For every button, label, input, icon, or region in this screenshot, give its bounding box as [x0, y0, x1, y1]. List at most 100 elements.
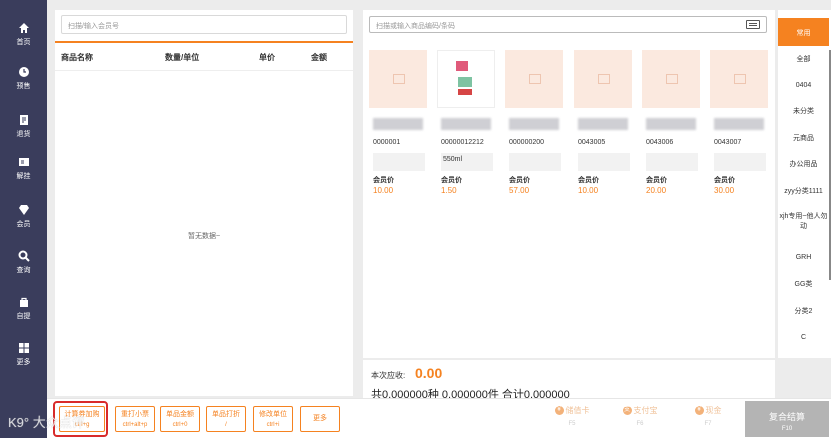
product-card[interactable]: 0043005 会员价 10.00	[574, 50, 636, 210]
category-item[interactable]: 0404	[778, 81, 829, 91]
column-header: 单价	[259, 53, 275, 62]
column-header: 数量/单位	[165, 53, 200, 62]
column-header: 商品名称	[61, 53, 93, 62]
change-unit-button[interactable]: 修改单位 ctrl+i	[253, 406, 293, 432]
product-price: 10.00	[578, 186, 599, 195]
clock-icon	[17, 65, 31, 79]
item-amount-button[interactable]: 单品金额 ctrl+0	[160, 406, 200, 432]
nav-label: 预售	[16, 83, 31, 90]
price-label: 会员价	[646, 177, 667, 184]
category-item[interactable]: xjh专用~他人勿动	[778, 212, 829, 232]
amount-due-label: 本次应收:	[371, 371, 406, 380]
nav-item-more[interactable]: 更多	[0, 334, 47, 374]
nav-label: 退货	[16, 131, 31, 138]
product-spec: 550ml	[441, 153, 493, 171]
product-spec	[373, 153, 425, 171]
image-shape	[458, 89, 472, 95]
product-price: 10.00	[373, 186, 394, 195]
product-price: 57.00	[509, 186, 530, 195]
nav-label: 更多	[16, 359, 31, 366]
nav-label: 首页	[16, 39, 31, 46]
more-button[interactable]: 更多	[300, 406, 340, 432]
product-price: 20.00	[646, 186, 667, 195]
nav-item-pickup[interactable]: 自提	[0, 288, 47, 328]
product-search-input[interactable]: 扫描或输入商品编码/条码	[369, 16, 767, 33]
cash-button[interactable]: ¥ 现金 F7	[685, 405, 731, 433]
pos-screen: 首页 预售 退货 解挂 会员 查询 自提 更多 扫描/输入会员号 商品名称 数量…	[0, 0, 831, 438]
category-item[interactable]: GG类	[778, 280, 829, 290]
product-card[interactable]: 0000001 会员价 10.00	[369, 50, 431, 210]
product-card[interactable]: 0043007 会员价 30.00	[710, 50, 772, 210]
nav-item-query[interactable]: 查询	[0, 242, 47, 282]
shortcut-key: F10	[781, 426, 793, 432]
product-price: 30.00	[714, 186, 735, 195]
search-placeholder: 扫描或输入商品编码/条码	[376, 23, 455, 30]
button-label: 单品金额	[166, 411, 194, 418]
nav-item-return[interactable]: 退货	[0, 106, 47, 146]
footer-bar: 计算券加购 ctrl+g 重打小票 ctrl+alt+p 单品金额 ctrl+0…	[47, 398, 831, 438]
product-card[interactable]: 0043006 会员价 20.00	[642, 50, 704, 210]
search-icon	[17, 249, 31, 263]
price-label: 会员价	[578, 177, 599, 184]
product-image-placeholder	[574, 50, 632, 108]
category-item[interactable]: 未分类	[778, 107, 829, 117]
category-item[interactable]: GRH	[778, 253, 829, 263]
product-code: 00000012212	[441, 139, 484, 146]
product-code: 0000001	[373, 139, 401, 146]
product-image-placeholder	[505, 50, 563, 108]
price-label: 会员价	[441, 177, 462, 184]
grid-icon	[17, 341, 31, 355]
nav-label: 查询	[16, 267, 31, 274]
combined-settle-button[interactable]: 复合结算 F10	[745, 401, 829, 437]
product-image	[437, 50, 495, 108]
shortcut-key: ctrl+i	[266, 422, 280, 428]
settle-label: 复合结算	[768, 412, 805, 422]
category-item[interactable]: 分类2	[778, 307, 829, 317]
button-label: 更多	[313, 415, 327, 422]
alipay-button[interactable]: 支支付宝 F6	[615, 405, 665, 433]
product-spec	[509, 153, 561, 171]
alipay-icon: 支	[622, 406, 632, 416]
amount-due-value: 0.00	[415, 365, 443, 381]
shortcut-key: F5	[568, 421, 576, 427]
stored-value-card-button[interactable]: ¥ 储值卡 F5	[547, 405, 597, 433]
nav-label: 会员	[16, 221, 31, 228]
product-spec	[646, 153, 698, 171]
category-item[interactable]: 元商品	[778, 134, 829, 144]
nav-item-presale[interactable]: 预售	[0, 58, 47, 98]
nav-item-member[interactable]: 会员	[0, 196, 47, 236]
shortcut-key: F6	[636, 421, 644, 427]
price-label: 会员价	[714, 177, 735, 184]
column-header: 金额	[311, 53, 327, 62]
item-discount-button[interactable]: 单品打折 /	[206, 406, 246, 432]
product-image-placeholder	[710, 50, 768, 108]
category-item[interactable]: 全部	[778, 55, 829, 65]
category-list: 常用 全部 0404 未分类 元商品 办公用品 zyy分类1111 xjh专用~…	[778, 10, 831, 358]
card-icon: ¥	[554, 406, 564, 416]
cart-table-body: 暂无数据~	[55, 70, 353, 396]
unhold-icon	[17, 155, 31, 169]
price-label: 会员价	[509, 177, 530, 184]
nav-label: 解挂	[16, 173, 31, 180]
button-label: 重打小票	[121, 411, 149, 418]
keyboard-icon[interactable]	[746, 20, 760, 29]
pay-label: 支付宝	[633, 406, 658, 415]
product-name-blurred	[441, 118, 491, 130]
product-name-blurred	[373, 118, 423, 130]
category-item[interactable]: C	[778, 333, 829, 343]
product-code: 0043005	[578, 139, 606, 146]
product-image-placeholder	[369, 50, 427, 108]
product-card[interactable]: 000000200 会员价 57.00	[505, 50, 567, 210]
reprint-receipt-button[interactable]: 重打小票 ctrl+alt+p	[115, 406, 155, 432]
image-shape	[456, 61, 468, 71]
nav-item-home[interactable]: 首页	[0, 14, 47, 54]
image-shape	[458, 77, 472, 87]
category-item[interactable]: zyy分类1111	[778, 187, 829, 197]
category-item-active[interactable]: 常用	[778, 18, 829, 46]
product-card[interactable]: 00000012212 550ml 会员价 1.50	[437, 50, 499, 210]
product-name-blurred	[646, 118, 696, 130]
category-item[interactable]: 办公用品	[778, 160, 829, 170]
side-nav: 首页 预售 退货 解挂 会员 查询 自提 更多	[0, 0, 47, 438]
nav-item-unhold[interactable]: 解挂	[0, 148, 47, 188]
member-search-input[interactable]: 扫描/输入会员号	[61, 15, 347, 34]
